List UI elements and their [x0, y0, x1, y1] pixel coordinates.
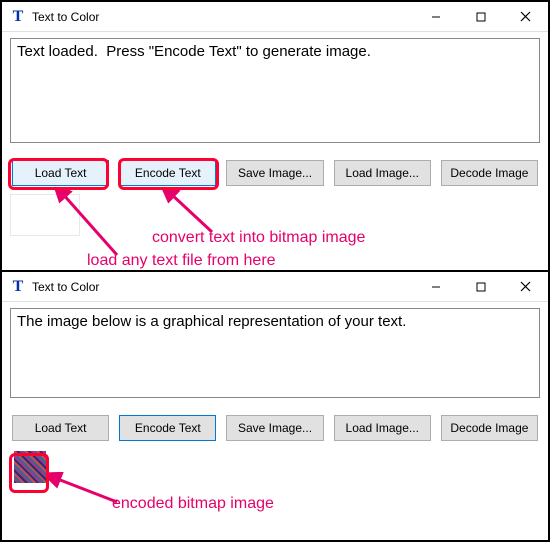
content-area: Load Text Encode Text Save Image... Load… — [2, 302, 548, 495]
load-image-button[interactable]: Load Image... — [334, 415, 431, 441]
titlebar: T Text to Color — [2, 272, 548, 302]
load-text-button[interactable]: Load Text — [12, 415, 109, 441]
annotation-encoded: encoded bitmap image — [112, 495, 274, 513]
load-image-button[interactable]: Load Image... — [334, 160, 431, 186]
text-output[interactable] — [10, 38, 540, 143]
maximize-button[interactable] — [458, 2, 503, 31]
preview-row — [10, 194, 540, 234]
button-row: Load Text Encode Text Save Image... Load… — [10, 160, 540, 186]
window-bottom: T Text to Color Load Text Encode Text Sa… — [2, 272, 548, 540]
encoded-bitmap-preview — [14, 451, 46, 483]
window-controls — [413, 272, 548, 301]
text-output[interactable] — [10, 308, 540, 398]
content-area: Load Text Encode Text Save Image... Load… — [2, 32, 548, 240]
minimize-button[interactable] — [413, 272, 458, 301]
save-image-button[interactable]: Save Image... — [226, 415, 323, 441]
encode-text-button[interactable]: Encode Text — [119, 415, 216, 441]
close-button[interactable] — [503, 2, 548, 31]
app-icon: T — [8, 277, 28, 297]
button-row: Load Text Encode Text Save Image... Load… — [10, 415, 540, 441]
window-top: T Text to Color Load Text Encode Text Sa… — [2, 2, 548, 272]
decode-image-button[interactable]: Decode Image — [441, 160, 538, 186]
save-image-button[interactable]: Save Image... — [226, 160, 323, 186]
window-title: Text to Color — [32, 280, 99, 294]
preview-row — [10, 449, 540, 489]
window-controls — [413, 2, 548, 31]
encode-text-button[interactable]: Encode Text — [119, 160, 216, 186]
decode-image-button[interactable]: Decode Image — [441, 415, 538, 441]
preview-empty — [10, 194, 80, 236]
titlebar: T Text to Color — [2, 2, 548, 32]
maximize-button[interactable] — [458, 272, 503, 301]
load-text-button[interactable]: Load Text — [12, 160, 109, 186]
close-button[interactable] — [503, 272, 548, 301]
app-icon: T — [8, 7, 28, 27]
annotation-load: load any text file from here — [87, 252, 276, 270]
window-title: Text to Color — [32, 10, 99, 24]
minimize-button[interactable] — [413, 2, 458, 31]
